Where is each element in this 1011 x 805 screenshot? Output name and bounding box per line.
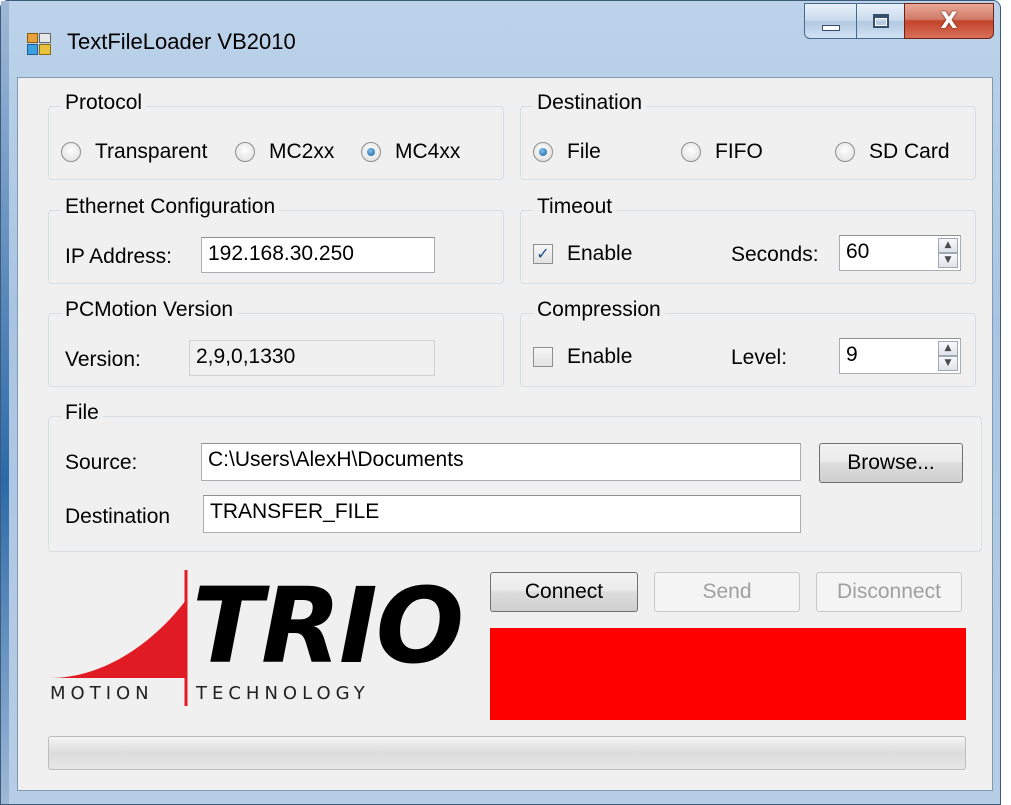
- file-group: File Source: C:\Users\AlexH\Documents Br…: [48, 401, 982, 552]
- trio-logo-wordmark: TRIO: [192, 565, 464, 687]
- destination-radio-sd-card[interactable]: SD Card: [835, 140, 950, 164]
- timeout-seconds-spinner[interactable]: 60 ▲ ▼: [839, 235, 961, 271]
- destination-file-input[interactable]: TRANSFER_FILE: [203, 495, 801, 533]
- timeout-seconds-value: 60: [846, 240, 870, 263]
- compression-level-value: 9: [846, 343, 858, 366]
- compression-group: Compression Enable Level: 9 ▲ ▼: [520, 298, 976, 387]
- spin-down-icon[interactable]: ▼: [938, 253, 958, 268]
- timeout-enable-checkbox[interactable]: ✓ Enable: [533, 242, 632, 266]
- trio-logo: TRIO MOTION TECHNOLOGY: [46, 570, 464, 710]
- protocol-radio-mc2xx[interactable]: MC2xx: [235, 140, 334, 164]
- send-button[interactable]: Send: [654, 572, 800, 612]
- window-title: TextFileLoader VB2010: [67, 29, 296, 54]
- spin-down-icon[interactable]: ▼: [938, 356, 958, 371]
- compression-level-spinner[interactable]: 9 ▲ ▼: [839, 338, 961, 374]
- radio-icon: [61, 142, 81, 162]
- radio-label: SD Card: [869, 140, 950, 163]
- close-button[interactable]: X: [904, 3, 994, 39]
- destination-group: Destination File FIFO SD Card: [520, 91, 976, 180]
- radio-label: File: [567, 140, 601, 163]
- browse-button[interactable]: Browse...: [819, 443, 963, 483]
- ip-address-label: IP Address:: [65, 245, 173, 268]
- pcmotion-group-title: PCMotion Version: [61, 298, 238, 322]
- compression-enable-checkbox[interactable]: Enable: [533, 345, 632, 369]
- ethernet-group: Ethernet Configuration IP Address: 192.1…: [48, 195, 504, 284]
- version-field: 2,9,0,1330: [189, 340, 435, 376]
- protocol-group: Protocol Transparent MC2xx MC4xx: [48, 91, 504, 180]
- radio-label: MC2xx: [269, 140, 335, 163]
- form-client-area: Protocol Transparent MC2xx MC4xx Destina…: [17, 77, 993, 791]
- maximize-button[interactable]: [856, 3, 904, 39]
- radio-label: MC4xx: [395, 140, 461, 163]
- checkbox-label: Enable: [567, 345, 633, 368]
- connection-status-indicator: [490, 628, 966, 720]
- trio-logo-tagline-technology: TECHNOLOGY: [196, 683, 370, 704]
- caption-buttons: X: [804, 3, 994, 41]
- trio-logo-tagline-motion: MOTION: [50, 683, 154, 704]
- timeout-group-title: Timeout: [533, 195, 617, 219]
- radio-label: FIFO: [715, 140, 763, 163]
- spin-up-icon[interactable]: ▲: [938, 341, 958, 356]
- destination-group-title: Destination: [533, 91, 647, 115]
- radio-icon: [235, 142, 255, 162]
- timeout-seconds-label: Seconds:: [731, 243, 819, 266]
- minimize-button[interactable]: [804, 3, 856, 39]
- radio-icon: [835, 142, 855, 162]
- radio-icon: [681, 142, 701, 162]
- connect-button[interactable]: Connect: [490, 572, 638, 612]
- radio-label: Transparent: [95, 140, 208, 163]
- ethernet-group-title: Ethernet Configuration: [61, 195, 280, 219]
- destination-radio-file[interactable]: File: [533, 140, 601, 164]
- checkbox-checked-icon: ✓: [533, 244, 553, 264]
- checkbox-label: Enable: [567, 242, 633, 265]
- compression-group-title: Compression: [533, 298, 665, 322]
- destination-file-label: Destination: [65, 505, 171, 528]
- pcmotion-group: PCMotion Version Version: 2,9,0,1330: [48, 298, 504, 387]
- file-group-title: File: [61, 401, 103, 425]
- title-bar[interactable]: TextFileLoader VB2010 X: [1, 1, 1000, 77]
- protocol-radio-mc4xx[interactable]: MC4xx: [361, 140, 460, 164]
- transfer-progress-bar: [48, 736, 966, 770]
- version-label: Version:: [65, 348, 141, 371]
- spinner-arrows[interactable]: ▲ ▼: [938, 238, 958, 268]
- maximize-icon: [872, 14, 889, 28]
- minimize-icon: [821, 25, 840, 31]
- radio-selected-icon: [361, 142, 381, 162]
- ip-address-input[interactable]: 192.168.30.250: [201, 237, 435, 273]
- spinner-arrows[interactable]: ▲ ▼: [938, 341, 958, 371]
- radio-selected-icon: [533, 142, 553, 162]
- compression-level-label: Level:: [731, 346, 788, 369]
- protocol-group-title: Protocol: [61, 91, 147, 115]
- source-label: Source:: [65, 451, 138, 474]
- app-icon: [27, 33, 51, 55]
- app-window: TextFileLoader VB2010 X Protocol Transpa…: [0, 0, 1001, 805]
- checkbox-icon: [533, 347, 553, 367]
- source-path-input[interactable]: C:\Users\AlexH\Documents: [201, 443, 801, 481]
- close-icon: X: [940, 8, 958, 34]
- protocol-radio-transparent[interactable]: Transparent: [61, 140, 207, 164]
- spin-up-icon[interactable]: ▲: [938, 238, 958, 253]
- timeout-group: Timeout ✓ Enable Seconds: 60 ▲ ▼: [520, 195, 976, 284]
- destination-radio-fifo[interactable]: FIFO: [681, 140, 763, 164]
- disconnect-button[interactable]: Disconnect: [816, 572, 962, 612]
